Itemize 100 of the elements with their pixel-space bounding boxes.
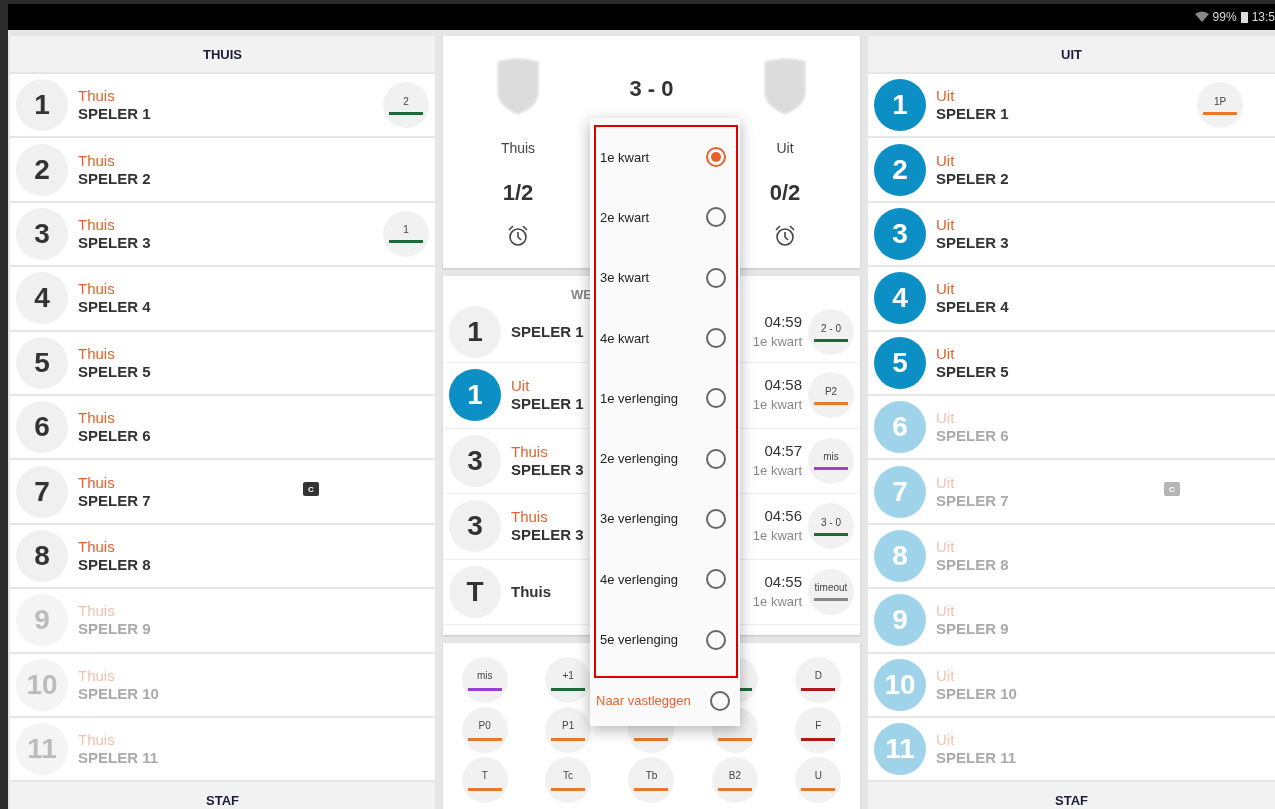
stat-badge: 2 [383,82,429,129]
player-row[interactable]: 3 Thuis SPELER 3 1 [10,202,435,266]
captain-badge: C [1164,482,1180,497]
team-label: Thuis [78,602,116,621]
player-number: 8 [16,529,68,582]
event-time: 04:55 [764,571,802,592]
action-button[interactable]: F [795,707,842,753]
team-label: Thuis [78,666,116,685]
team-label: Uit [936,409,956,428]
action-button[interactable]: Tc [545,757,592,803]
player-row[interactable]: 2 Uit SPELER 2 [868,138,1275,201]
action-button[interactable]: P0 [461,707,508,753]
event-number: 3 [449,434,501,487]
period-option[interactable]: 4e verlenging [596,549,736,610]
battery-icon [1240,11,1248,23]
player-number: 5 [874,336,926,389]
period-option[interactable]: 2e verlenging [596,428,736,489]
period-option[interactable]: 1e verlenging [596,368,736,429]
player-row[interactable]: 4 Thuis SPELER 4 [10,267,435,330]
player-name: SPELER 6 [936,427,1009,446]
player-name: SPELER 3 [78,233,151,252]
event-period: 1e kwart [752,592,802,611]
player-row[interactable]: 1 Uit SPELER 1 1P [868,74,1275,137]
player-name: SPELER 10 [78,684,159,703]
stat-badge: 1P [1197,82,1243,129]
player-row[interactable]: 8 Thuis SPELER 8 [10,524,435,588]
action-button[interactable]: Tb [628,757,675,803]
team-label: Uit [936,473,956,492]
period-option[interactable]: 1e kwart [596,127,736,188]
event-number: 1 [449,369,501,422]
action-button[interactable]: T [461,757,508,803]
player-row[interactable]: 1 Thuis SPELER 1 2 [10,74,435,137]
team-label: Thuis [78,344,116,363]
action-button[interactable]: D [795,657,842,703]
team-label: Thuis [78,473,116,492]
player-row[interactable]: 7 Thuis SPELER 7 C [10,460,435,523]
player-name: SPELER 2 [78,169,151,188]
player-number: 3 [16,207,68,260]
team-label: Thuis [78,409,116,428]
team-label: Uit [936,537,956,556]
action-button[interactable]: P1 [545,707,592,753]
alarm-clock-icon [506,224,530,248]
team-label: Uit [936,151,956,170]
team-label: Uit [936,280,956,299]
shield-icon [494,58,542,116]
player-number: 2 [16,143,68,196]
period-option[interactable]: 3e kwart [596,247,736,308]
player-number: 9 [16,594,68,647]
event-period: 1e kwart [752,527,802,546]
player-number: 10 [874,658,926,711]
player-row[interactable]: 4 Uit SPELER 4 [868,267,1275,330]
player-name: SPELER 7 [936,491,1009,510]
team-label: Uit [936,215,956,234]
player-number: 11 [16,723,68,776]
player-name: SPELER 5 [78,362,151,381]
team-label: Uit [936,87,956,106]
stat-badge: 1 [383,210,429,257]
player-number: 7 [874,465,926,518]
event-badge: P2 [808,372,854,419]
period-option[interactable]: 5e verlenging [596,609,736,670]
action-button[interactable]: U [795,757,842,803]
action-button[interactable]: B2 [711,757,758,803]
player-row[interactable]: 2 Thuis SPELER 2 [10,138,435,201]
player-name: SPELER 2 [936,169,1009,188]
period-option[interactable]: 2e kwart [596,187,736,248]
event-time: 04:57 [764,440,802,461]
event-time: 04:56 [764,506,802,527]
event-badge: timeout [808,568,854,615]
player-number: 5 [16,336,68,389]
action-button[interactable]: +1 [545,657,592,703]
score: 3 - 0 [629,76,674,102]
action-button[interactable]: mis [461,657,508,703]
player-name: SPELER 7 [78,491,151,510]
player-name: SPELER 3 [511,526,584,545]
player-name: SPELER 9 [936,620,1009,639]
player-row[interactable]: 5 Thuis SPELER 5 [10,331,435,394]
player-number: 1 [16,79,68,132]
team-label: Thuis [78,87,116,106]
team-label: Uit [936,666,956,685]
team-label: Uit [936,344,956,363]
player-name: SPELER 9 [78,620,151,639]
player-number: 1 [874,79,926,132]
event-badge: 2 - 0 [808,309,854,355]
player-row[interactable]: 5 Uit SPELER 5 [868,331,1275,394]
player-name: SPELER 11 [78,749,159,768]
player-name: SPELER 1 [511,323,584,341]
team-fouls: 1/2 [502,180,534,206]
event-period: 1e kwart [752,396,802,415]
player-name: SPELER 3 [511,460,584,479]
team-label: Uit [936,602,956,621]
player-row[interactable]: 3 Uit SPELER 3 [868,202,1275,266]
team-label: Thuis [78,537,116,556]
player-name: SPELER 8 [936,555,1009,574]
player-name: SPELER 11 [936,749,1017,768]
team-header: UIT [868,36,1275,72]
player-number: 6 [16,401,68,454]
player-row[interactable]: 6 Thuis SPELER 6 [10,395,435,459]
player-name: SPELER 6 [78,427,151,446]
events-title: WE [571,287,592,302]
player-number: 4 [874,272,926,325]
